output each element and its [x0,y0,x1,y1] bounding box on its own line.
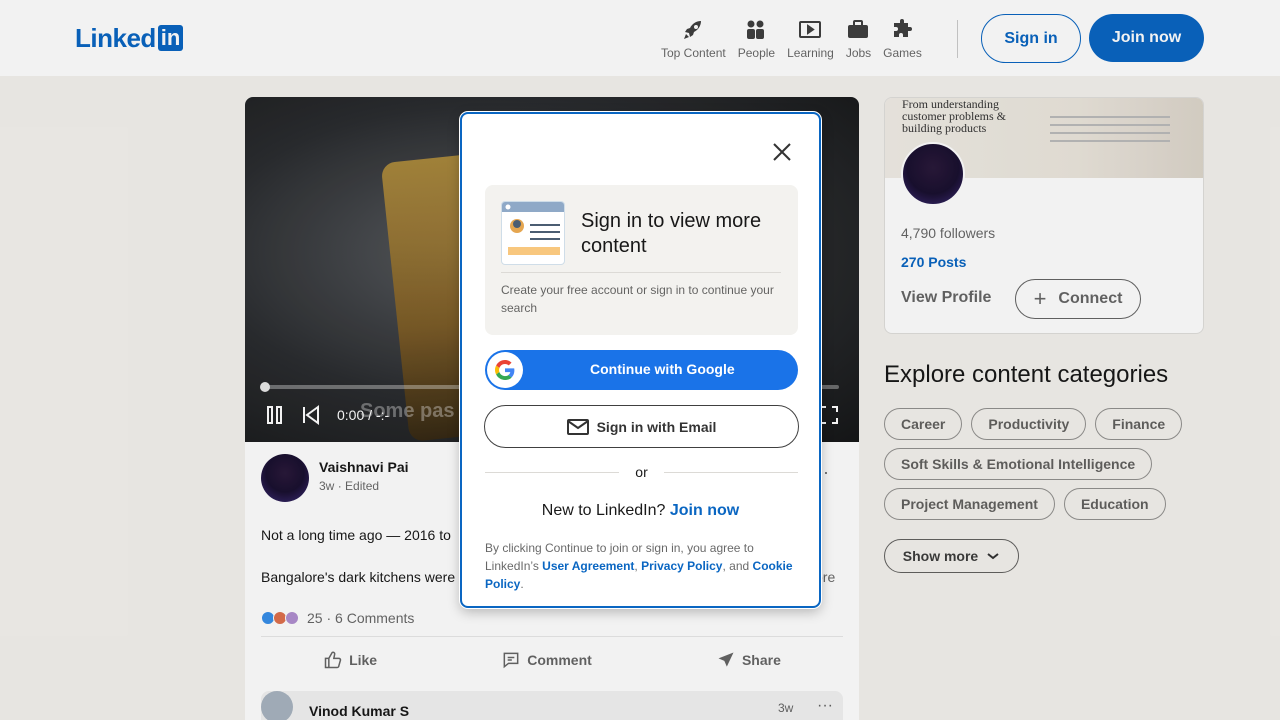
profile-card-illustration-icon [501,201,565,265]
legal-period: . [520,577,524,591]
google-button-label: Continue with Google [590,361,735,377]
join-now-link[interactable]: Join now [670,502,739,519]
modal-subtitle: Create your free account or sign in to c… [501,283,774,315]
sign-in-info-card: Sign in to view more content Create your… [485,185,798,335]
info-divider [501,272,781,273]
modal-title: Sign in to view more content [581,210,762,257]
continue-with-google-button[interactable]: Continue with Google [485,350,798,390]
new-to-text: New to LinkedIn? [541,502,666,519]
privacy-policy-link[interactable]: Privacy Policy [641,559,722,573]
close-icon[interactable] [768,138,796,166]
new-to-linkedin: New to LinkedIn? Join now [462,502,819,520]
legal-and: , and [722,559,750,573]
email-button-label: Sign in with Email [596,418,717,435]
or-line [485,471,620,473]
envelope-icon [566,418,589,435]
sign-in-with-email-button[interactable]: Sign in with Email [484,405,799,448]
or-divider: or [485,464,799,480]
or-line [663,471,799,473]
legal-text: By clicking Continue to join or sign in,… [485,539,795,593]
sign-in-modal: Sign in to view more content Create your… [460,112,821,608]
or-label: or [635,464,648,480]
google-icon [487,352,523,388]
user-agreement-link[interactable]: User Agreement [542,559,634,573]
